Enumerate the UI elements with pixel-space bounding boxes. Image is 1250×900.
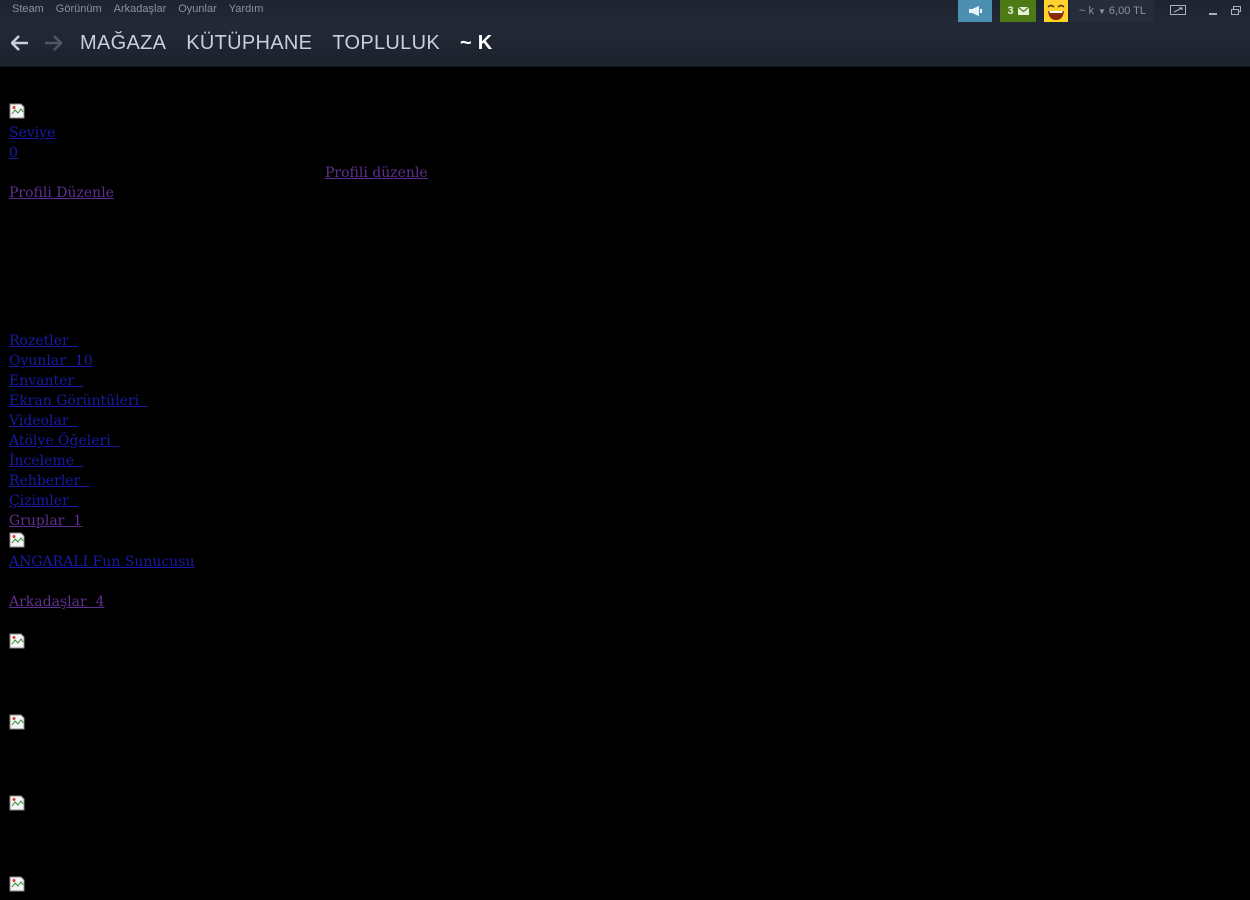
left-arrow-icon <box>11 35 28 51</box>
big-picture-button[interactable] <box>1168 0 1188 20</box>
minimize-icon <box>1209 13 1217 15</box>
broken-image-icon <box>9 532 25 548</box>
broken-image-icon[interactable] <box>9 714 25 730</box>
menu-help[interactable]: Yardım <box>223 1 270 17</box>
tab-store[interactable]: MAĞAZA <box>80 29 166 57</box>
laughing-emoticon-icon <box>1044 0 1068 22</box>
big-picture-icon <box>1170 5 1186 15</box>
back-button[interactable] <box>10 31 30 55</box>
friends-link[interactable]: Arkadaşlar 4 <box>9 593 104 611</box>
sidebar-item-inventory[interactable]: Envanter <box>9 372 83 390</box>
sidebar-item-screenshots[interactable]: Ekran Görüntüleri <box>9 392 148 410</box>
sidebar-item-groups[interactable]: Gruplar 1 <box>9 512 82 530</box>
account-menu[interactable]: ~ k ▼ 6,00 TL <box>1070 0 1154 22</box>
navigation-bar: MAĞAZA KÜTÜPHANE TOPLULUK ~ K <box>10 28 513 58</box>
broken-image-icon[interactable] <box>9 795 25 811</box>
tab-community[interactable]: TOPLULUK <box>332 29 440 57</box>
main-tabs: MAĞAZA KÜTÜPHANE TOPLULUK ~ K <box>80 29 513 57</box>
menu-games[interactable]: Oyunlar <box>172 1 223 17</box>
wallet-balance: 6,00 TL <box>1108 5 1147 17</box>
menu-friends[interactable]: Arkadaşlar <box>108 1 173 17</box>
broken-image-icon[interactable] <box>9 633 25 649</box>
sidebar-item-videos[interactable]: Videolar <box>9 412 77 430</box>
sidebar-item-games[interactable]: Oyunlar 10 <box>9 352 93 370</box>
announcements-button[interactable] <box>958 0 992 22</box>
chevron-down-icon: ▼ <box>1097 6 1106 16</box>
tab-library[interactable]: KÜTÜPHANE <box>186 29 312 57</box>
menu-bar: Steam Görünüm Arkadaşlar Oyunlar Yardım <box>6 1 269 17</box>
envelope-icon <box>1017 7 1029 15</box>
edit-profile-link[interactable]: Profili Düzenle <box>9 184 114 202</box>
broken-image-icon[interactable] <box>9 876 25 892</box>
level-value-link[interactable]: 0 <box>9 144 18 162</box>
sidebar-item-workshop[interactable]: Atölye Öğeleri <box>9 432 120 450</box>
menu-steam[interactable]: Steam <box>6 1 50 17</box>
sidebar-item-reviews[interactable]: İnceleme <box>9 452 83 470</box>
broken-image-icon <box>9 103 25 119</box>
forward-button[interactable] <box>43 31 63 55</box>
restore-icon <box>1231 5 1241 15</box>
tab-profile[interactable]: ~ K <box>460 29 493 57</box>
edit-profile-link-secondary[interactable]: Profili düzenle <box>325 164 428 182</box>
user-avatar[interactable] <box>1044 0 1068 22</box>
minimize-button[interactable] <box>1202 0 1224 20</box>
right-arrow-icon <box>45 35 62 51</box>
restore-button[interactable] <box>1225 0 1247 20</box>
menu-view[interactable]: Görünüm <box>50 1 108 17</box>
account-name: ~ k <box>1079 5 1094 17</box>
megaphone-icon <box>969 6 982 16</box>
sidebar-item-artwork[interactable]: Çizimler <box>9 492 78 510</box>
sidebar-item-guides[interactable]: Rehberler <box>9 472 89 490</box>
level-label-link[interactable]: Seviye <box>9 124 55 142</box>
notifications-button[interactable]: 3 <box>1000 0 1036 22</box>
group-link[interactable]: ANGARALI Fun Sunucusu <box>9 553 194 571</box>
steam-titlebar: Steam Görünüm Arkadaşlar Oyunlar Yardım … <box>0 0 1250 67</box>
sidebar-item-badges[interactable]: Rozetler <box>9 332 78 350</box>
notification-count: 3 <box>1007 5 1014 17</box>
